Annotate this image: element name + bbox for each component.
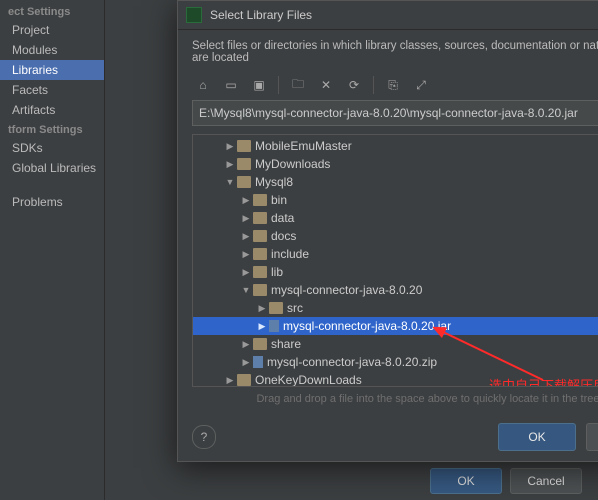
dialog-message: Select files or directories in which lib… (178, 30, 598, 74)
tree-node[interactable]: ▶ bin (193, 191, 598, 209)
tree-node-label: include (271, 247, 309, 261)
folder-icon (269, 302, 283, 314)
folder-icon (237, 158, 251, 170)
sidebar-item-sdks[interactable]: SDKs (0, 138, 104, 158)
sidebar-item-modules[interactable]: Modules (0, 40, 104, 60)
tree-node-label: MyDownloads (255, 157, 330, 171)
toolbar-separator (373, 76, 374, 94)
sidebar-item-libraries[interactable]: Libraries (0, 60, 104, 80)
file-icon (253, 356, 263, 368)
drag-drop-hint: Drag and drop a file into the space abov… (178, 387, 598, 413)
folder-icon (237, 140, 251, 152)
desktop-icon[interactable]: ▭ (220, 74, 242, 96)
expand-icon[interactable]: ▶ (241, 339, 251, 350)
annotation-text: 选中自己下载解压后的jar包 (489, 375, 598, 387)
folder-icon (253, 230, 267, 242)
sidebar-item-global-libraries[interactable]: Global Libraries (0, 158, 104, 178)
expand-icon[interactable]: ▼ (241, 285, 251, 295)
background-ok-button[interactable]: OK (430, 468, 502, 494)
folder-icon (253, 338, 267, 350)
tree-node-label: data (271, 211, 294, 225)
tree-node-label: share (271, 337, 301, 351)
tree-node[interactable]: ▶ src (193, 299, 598, 317)
expand-icon[interactable]: ▶ (225, 375, 235, 386)
ok-button[interactable]: OK (498, 423, 576, 451)
tree-node-label: bin (271, 193, 287, 207)
tree-node-label: src (287, 301, 303, 315)
tree-node-label: OneKeyDownLoads (255, 373, 362, 387)
tree-node[interactable]: ▶ mysql-connector-java-8.0.20.zip (193, 353, 598, 371)
folder-icon (253, 284, 267, 296)
file-tree[interactable]: ▶MobileEmuMaster▶MyDownloads▼Mysql8▶bin▶… (192, 134, 598, 387)
cancel-button[interactable]: Cancel (586, 423, 598, 451)
sidebar-group-platform: tform Settings (0, 120, 104, 138)
tree-node-label: mysql-connector-java-8.0.20 (271, 283, 422, 297)
expand-icon[interactable]: ▼ (225, 177, 235, 187)
tree-node[interactable]: ▶ docs (193, 227, 598, 245)
expand-icon[interactable]: ▶ (241, 231, 251, 242)
select-library-dialog: Select Library Files ✕ Select files or d… (177, 0, 598, 462)
expand-icon[interactable]: ▶ (225, 159, 235, 170)
sidebar-item-facets[interactable]: Facets (0, 80, 104, 100)
app-icon (186, 7, 202, 23)
new-folder-icon[interactable]: 🗀 (287, 74, 309, 96)
expand-icon[interactable]: ▶ (257, 321, 267, 332)
tree-node-label: Mysql8 (255, 175, 293, 189)
expand-icon[interactable]: ▶ (225, 141, 235, 152)
expand-icon[interactable]: ⤢ (410, 74, 432, 96)
expand-icon[interactable]: ▶ (257, 303, 267, 314)
dialog-titlebar: Select Library Files ✕ (178, 1, 598, 30)
background-cancel-button[interactable]: Cancel (510, 468, 582, 494)
file-icon (269, 320, 279, 332)
folder-icon (253, 266, 267, 278)
tree-node-label: mysql-connector-java-8.0.20.jar (283, 319, 451, 333)
sidebar-item-project[interactable]: Project (0, 20, 104, 40)
folder-icon (237, 374, 251, 386)
tree-node-label: mysql-connector-java-8.0.20.zip (267, 355, 437, 369)
help-icon[interactable]: ? (192, 425, 216, 449)
folder-icon (253, 212, 267, 224)
main-area: OK Cancel Select Library Files ✕ Select … (105, 0, 598, 500)
tree-node-label: MobileEmuMaster (255, 139, 352, 153)
show-hidden-icon[interactable]: ⎘ (382, 74, 404, 96)
folder-icon (253, 248, 267, 260)
home-icon[interactable]: ⌂ (192, 74, 214, 96)
tree-node[interactable]: ▶ mysql-connector-java-8.0.20.jar (193, 317, 598, 335)
tree-node[interactable]: ▶ MobileEmuMaster (193, 137, 598, 155)
sidebar-group-project: ect Settings (0, 2, 104, 20)
tree-node[interactable]: ▶ data (193, 209, 598, 227)
sidebar-item-problems[interactable]: Problems (0, 192, 104, 212)
tree-node[interactable]: ▶ share (193, 335, 598, 353)
folder-icon (237, 176, 251, 188)
project-icon[interactable]: ▣ (248, 74, 270, 96)
tree-node-label: lib (271, 265, 283, 279)
sidebar-item-artifacts[interactable]: Artifacts (0, 100, 104, 120)
expand-icon[interactable]: ▶ (241, 357, 251, 368)
tree-node[interactable]: ▶ include (193, 245, 598, 263)
tree-node-label: docs (271, 229, 296, 243)
file-toolbar: ⌂ ▭ ▣ 🗀 ✕ ⟳ ⎘ ⤢ Hide path (178, 74, 598, 100)
settings-sidebar: ect Settings ProjectModulesLibrariesFace… (0, 0, 105, 500)
tree-node[interactable]: ▶ lib (193, 263, 598, 281)
tree-node[interactable]: ▼ Mysql8 (193, 173, 598, 191)
expand-icon[interactable]: ▶ (241, 213, 251, 224)
toolbar-separator (278, 76, 279, 94)
path-input[interactable] (192, 100, 598, 126)
tree-node[interactable]: ▼ mysql-connector-java-8.0.20 (193, 281, 598, 299)
expand-icon[interactable]: ▶ (241, 195, 251, 206)
tree-node[interactable]: ▶ MyDownloads (193, 155, 598, 173)
expand-icon[interactable]: ▶ (241, 267, 251, 278)
folder-icon (253, 194, 267, 206)
delete-icon[interactable]: ✕ (315, 74, 337, 96)
expand-icon[interactable]: ▶ (241, 249, 251, 260)
refresh-icon[interactable]: ⟳ (343, 74, 365, 96)
dialog-title: Select Library Files (210, 8, 598, 22)
